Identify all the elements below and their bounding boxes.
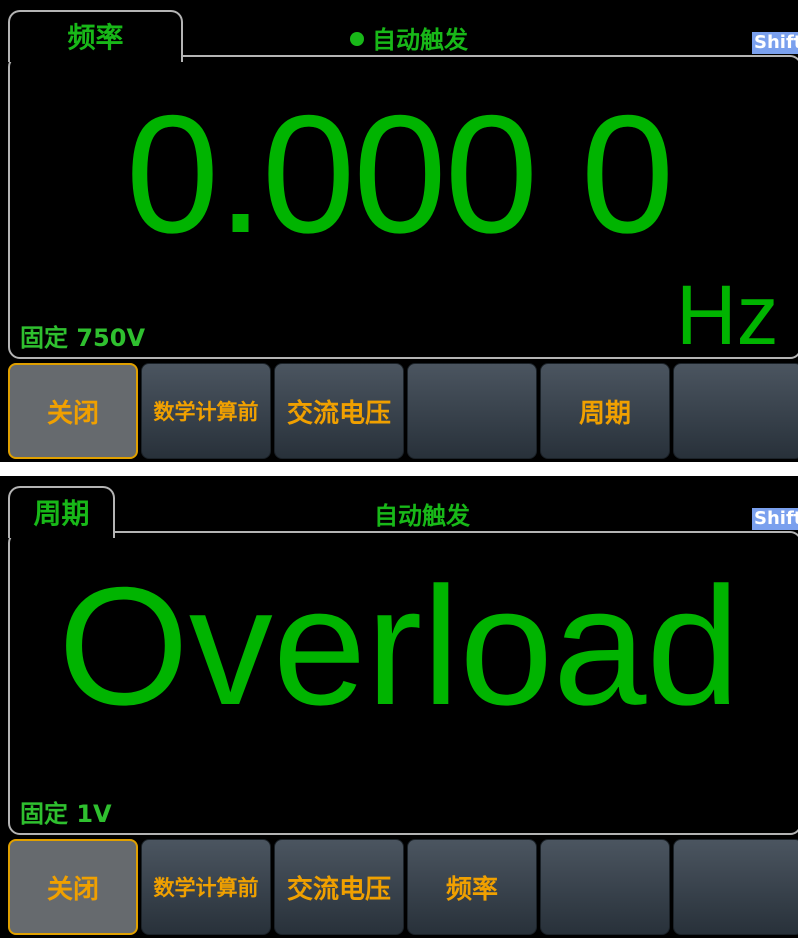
trigger-status-label: 自动触发: [374, 502, 470, 530]
trigger-status: 自动触发: [350, 20, 468, 55]
softkey-label: 周期: [578, 398, 631, 429]
softkey-bar: 关闭 数学计算前 交流电压 频率: [8, 839, 798, 937]
range-status: 固定 750V: [20, 324, 146, 352]
softkey-label: 数学计算前: [153, 400, 259, 424]
measurement-tab-label: 频率: [67, 21, 124, 54]
softkey-label: 交流电压: [286, 874, 391, 905]
measurement-unit: Hz: [676, 268, 779, 362]
softkey-pre-math[interactable]: 数学计算前: [141, 363, 271, 459]
measurement-tab-label: 周期: [33, 497, 90, 530]
softkey-bar: 关闭 数学计算前 交流电压 周期: [8, 363, 798, 461]
frequency-screen: 频率 自动触发 Shift 0.000 0 Hz 固定 750V 关闭 数学计算…: [0, 0, 798, 462]
softkey-blank-1[interactable]: [407, 363, 537, 459]
softkey-ac-voltage[interactable]: 交流电压: [274, 839, 404, 935]
measurement-reading: Overload: [58, 552, 740, 740]
softkey-label: 数学计算前: [153, 876, 259, 900]
softkey-frequency[interactable]: 频率: [407, 839, 537, 935]
softkey-blank-2[interactable]: [673, 363, 798, 459]
softkey-ac-voltage[interactable]: 交流电压: [274, 363, 404, 459]
range-status: 固定 1V: [20, 800, 112, 828]
trigger-indicator-icon: [350, 32, 364, 46]
softkey-off[interactable]: 关闭: [8, 363, 138, 459]
softkey-blank-1[interactable]: [540, 839, 670, 935]
softkey-label: 关闭: [46, 874, 99, 905]
softkey-label: 频率: [445, 874, 498, 905]
shift-indicator: Shift: [752, 508, 798, 530]
trigger-status-label: 自动触发: [372, 26, 468, 54]
softkey-label: 交流电压: [286, 398, 391, 429]
measurement-reading: 0.000 0: [125, 80, 675, 268]
trigger-status: 自动触发: [374, 496, 470, 531]
softkey-period[interactable]: 周期: [540, 363, 670, 459]
softkey-pre-math[interactable]: 数学计算前: [141, 839, 271, 935]
period-screen: 周期 自动触发 Shift Overload 固定 1V 关闭 数学计算前 交流…: [0, 476, 798, 938]
shift-indicator: Shift: [752, 32, 798, 54]
tab-divider: [10, 55, 181, 59]
softkey-blank-2[interactable]: [673, 839, 798, 935]
softkey-off[interactable]: 关闭: [8, 839, 138, 935]
tab-divider: [10, 531, 113, 535]
softkey-label: 关闭: [46, 398, 99, 429]
